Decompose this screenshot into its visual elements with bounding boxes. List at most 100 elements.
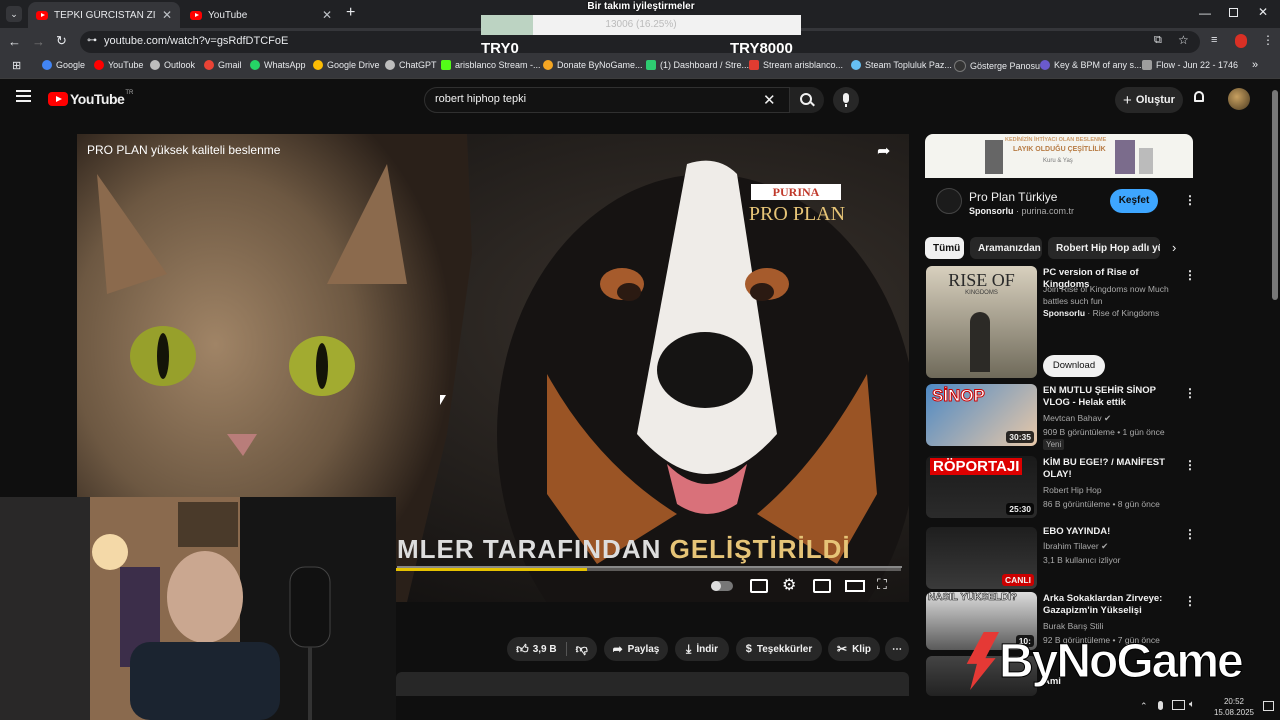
close-tab-icon[interactable]: ✕ bbox=[162, 8, 172, 22]
back-arrow-icon[interactable]: ← bbox=[8, 34, 21, 49]
chip-all[interactable]: Tümü bbox=[925, 237, 964, 259]
tab-youtube[interactable]: YouTube ✕ bbox=[182, 2, 340, 28]
browser-menu-icon[interactable]: ⋮ bbox=[1262, 33, 1274, 47]
bookmark-item[interactable]: Key & BPM of any s... bbox=[1040, 60, 1142, 70]
video-thumbnail[interactable]: CANLI bbox=[926, 527, 1037, 589]
bookmark-item[interactable]: Google bbox=[42, 60, 85, 70]
extension-icon[interactable] bbox=[1235, 34, 1247, 48]
bookmark-item[interactable]: Steam Topluluk Paz... bbox=[851, 60, 952, 70]
advertiser-name[interactable]: Pro Plan Türkiye bbox=[969, 190, 1057, 204]
description-box[interactable] bbox=[396, 672, 909, 696]
bookmark-item[interactable]: Gösterge Panosu bbox=[954, 60, 1040, 72]
share-icon[interactable]: ➦ bbox=[877, 141, 890, 161]
create-button[interactable]: + Oluştur bbox=[1115, 87, 1183, 113]
bookmark-item[interactable]: Donate ByNoGame... bbox=[543, 60, 643, 70]
bookmark-item[interactable]: (1) Dashboard / Stre... bbox=[646, 60, 749, 70]
restore-icon[interactable] bbox=[1229, 8, 1238, 17]
bookmark-item[interactable]: Google Drive bbox=[313, 60, 380, 70]
search-box[interactable]: robert hiphop tepki ✕ bbox=[424, 87, 824, 113]
voice-search-button[interactable] bbox=[833, 87, 859, 113]
thanks-button[interactable]: $ Teşekkürler bbox=[736, 637, 822, 661]
ad-video-title[interactable]: PRO PLAN yüksek kaliteli beslenme bbox=[87, 143, 280, 157]
progress-bar[interactable] bbox=[395, 568, 901, 571]
like-button[interactable]: 👍︎ 3,9 B bbox=[516, 642, 556, 657]
video-thumbnail[interactable]: SİNOP 30:35 bbox=[926, 384, 1037, 446]
chips-next-icon[interactable]: › bbox=[1172, 240, 1176, 255]
forward-arrow-icon[interactable]: → bbox=[32, 34, 45, 49]
download-ad-button[interactable]: Download bbox=[1043, 355, 1105, 377]
bookmark-item[interactable]: WhatsApp bbox=[250, 60, 306, 70]
notifications-icon[interactable] bbox=[1263, 701, 1274, 711]
clear-search-icon[interactable]: ✕ bbox=[763, 91, 776, 109]
volume-icon[interactable]: 🔈︎ bbox=[1189, 699, 1195, 710]
download-button[interactable]: ⤓ İndir bbox=[675, 637, 729, 661]
video-more-icon[interactable]: ⋮ bbox=[1184, 527, 1196, 541]
site-info-icon[interactable]: ⊶ bbox=[87, 35, 97, 46]
video-channel[interactable]: Robert Hip Hop bbox=[1043, 484, 1183, 496]
microphone-tray-icon[interactable] bbox=[1158, 701, 1163, 710]
bookmark-item[interactable]: YouTube bbox=[94, 60, 143, 70]
close-tab-icon[interactable]: ✕ bbox=[322, 8, 332, 22]
bookmark-star-icon[interactable]: ☆ bbox=[1178, 33, 1189, 47]
video-thumbnail[interactable]: RÖPORTAJI 25:30 bbox=[926, 456, 1037, 518]
tray-chevron-icon[interactable]: ⌃ bbox=[1140, 701, 1148, 712]
search-input[interactable]: robert hiphop tepki bbox=[435, 93, 526, 105]
bookmark-item[interactable]: Flow - Jun 22 - 1746 bbox=[1142, 60, 1238, 70]
new-tab-button[interactable]: + bbox=[346, 4, 355, 22]
more-actions-button[interactable]: ⋯ bbox=[885, 637, 909, 661]
video-title[interactable]: EBO YAYINDA! bbox=[1043, 526, 1178, 538]
bookmark-item[interactable]: arisblanco Stream -... bbox=[441, 60, 541, 70]
thumb-text: RÖPORTAJI bbox=[930, 458, 1023, 475]
ad-more-icon[interactable]: ⋮ bbox=[1184, 193, 1196, 207]
caption-white: MLER TARAFINDAN bbox=[397, 534, 670, 564]
clock-date[interactable]: 15.08.2025 bbox=[1202, 708, 1266, 717]
autoplay-toggle[interactable] bbox=[711, 581, 733, 591]
clock-time[interactable]: 20:52 bbox=[1212, 697, 1256, 706]
video-more-icon[interactable]: ⋮ bbox=[1184, 458, 1196, 472]
media-controls-icon[interactable]: ≡ bbox=[1211, 34, 1217, 46]
clip-button[interactable]: ✂ Klip bbox=[828, 637, 880, 661]
bookmark-item[interactable]: Outlook bbox=[150, 60, 195, 70]
install-app-icon[interactable]: ⧉ bbox=[1154, 34, 1162, 47]
notifications-bell-icon[interactable] bbox=[1194, 91, 1204, 102]
subtitles-icon[interactable] bbox=[750, 579, 768, 593]
video-more-icon[interactable]: ⋮ bbox=[1184, 386, 1196, 400]
page-scrollbar[interactable] bbox=[1272, 90, 1278, 300]
bookmarks-bar: ⊞ Google YouTube Outlook Gmail WhatsApp … bbox=[0, 56, 1280, 79]
close-window-icon[interactable]: ✕ bbox=[1258, 5, 1268, 19]
apps-grid-icon[interactable]: ⊞ bbox=[12, 59, 21, 72]
miniplayer-icon[interactable] bbox=[813, 579, 831, 593]
search-button[interactable] bbox=[789, 87, 824, 113]
tab-tepki[interactable]: TEPKİ GÜRCİSTAN ZİYARETİ (yü ✕ bbox=[28, 2, 180, 28]
network-icon[interactable] bbox=[1172, 700, 1185, 710]
chip-robert-hiphop[interactable]: Robert Hip Hop adlı yük bbox=[1048, 237, 1160, 259]
sponsored-video-thumbnail[interactable]: RISE OF KINGDOMS bbox=[926, 266, 1037, 378]
video-more-icon[interactable]: ⋮ bbox=[1184, 594, 1196, 608]
video-title[interactable]: KİM BU EGE!? / MANİFEST OLAY! bbox=[1043, 457, 1178, 481]
avatar[interactable] bbox=[1228, 88, 1250, 110]
channel-name[interactable]: İbrahim Tilaver bbox=[1043, 541, 1099, 551]
chip-from-search[interactable]: Aramanızdan bbox=[970, 237, 1042, 259]
video-title[interactable]: Arka Sokaklardan Zirveye: Gazapizm'in Yü… bbox=[1043, 593, 1178, 617]
url-text[interactable]: youtube.com/watch?v=gsRdfDTCFoE bbox=[104, 35, 288, 47]
share-arrow-icon: ➦ bbox=[612, 642, 623, 656]
fullscreen-icon[interactable]: ⛶ bbox=[877, 576, 887, 593]
hamburger-menu-icon[interactable] bbox=[16, 90, 31, 102]
youtube-logo[interactable]: YouTube TR bbox=[48, 90, 133, 107]
settings-gear-icon[interactable]: ⚙ bbox=[782, 575, 796, 595]
tab-search-button[interactable]: ⌄ bbox=[6, 6, 22, 22]
video-title[interactable]: EN MUTLU ŞEHİR SİNOP VLOG - Helak ettik bbox=[1043, 385, 1178, 409]
share-button[interactable]: ➦ Paylaş bbox=[604, 637, 668, 661]
explore-button[interactable]: Keşfet bbox=[1110, 189, 1158, 213]
dislike-button[interactable]: 👎︎ bbox=[576, 642, 588, 657]
reload-icon[interactable]: ↻ bbox=[56, 33, 67, 49]
bookmark-item[interactable]: ChatGPT bbox=[385, 60, 437, 70]
sponsored-video-more-icon[interactable]: ⋮ bbox=[1184, 268, 1196, 282]
bookmark-item[interactable]: Gmail bbox=[204, 60, 242, 70]
more-bookmarks-icon[interactable]: » bbox=[1252, 59, 1258, 71]
video-channel[interactable]: Burak Barış Stili bbox=[1043, 620, 1183, 632]
bookmark-item[interactable]: Stream arisblanco... bbox=[749, 60, 843, 70]
channel-name[interactable]: Mevtcan Bahav bbox=[1043, 413, 1102, 423]
theater-mode-icon[interactable] bbox=[845, 580, 865, 592]
minimize-icon[interactable]: — bbox=[1199, 6, 1211, 20]
